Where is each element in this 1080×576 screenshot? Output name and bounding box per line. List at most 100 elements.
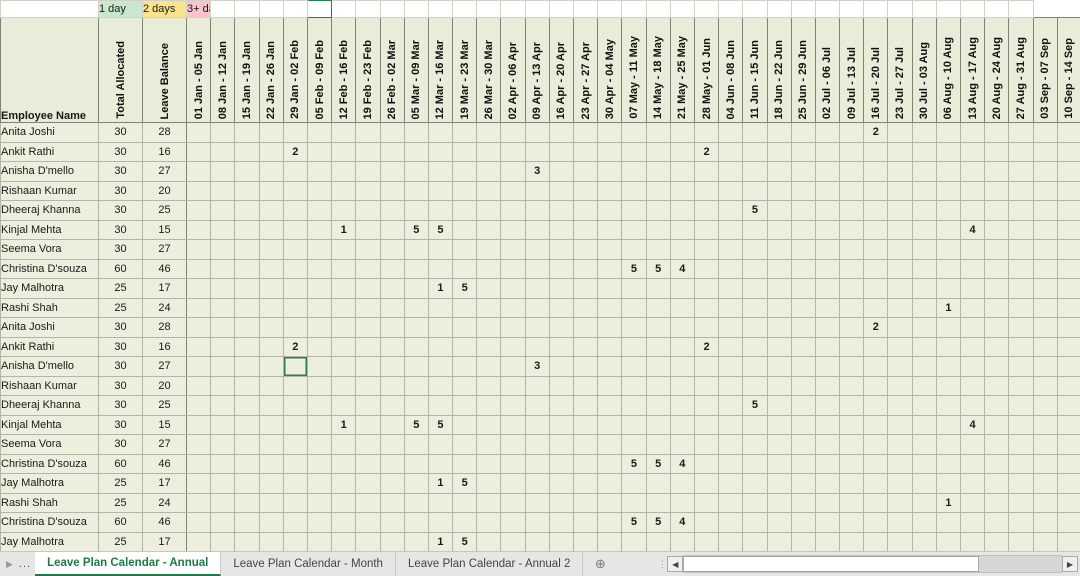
leave-cell-empty[interactable] <box>500 434 526 455</box>
leave-cell-empty[interactable] <box>452 180 478 201</box>
table-row[interactable]: Rashi Shah2524 1 <box>0 297 1080 318</box>
leave-cell-empty[interactable] <box>355 180 381 201</box>
leave-cell-empty[interactable] <box>742 161 768 182</box>
leave-cell-empty[interactable] <box>645 492 671 513</box>
table-row[interactable]: Kinjal Mehta 30 15 1 5 5 4 <box>0 219 1080 240</box>
leave-cell-empty[interactable] <box>766 512 792 533</box>
leave-cell-empty[interactable] <box>282 180 308 201</box>
leave-balance-cell[interactable]: 17 <box>142 278 187 299</box>
leave-cell-empty[interactable] <box>548 239 575 260</box>
leave-cell-empty[interactable] <box>282 258 308 279</box>
employee-name-cell[interactable]: Christina D'souza <box>0 512 99 533</box>
leave-cell-empty[interactable] <box>693 317 720 338</box>
leave-cell-empty[interactable] <box>306 473 333 494</box>
leave-cell-empty[interactable] <box>403 258 429 279</box>
leave-cell-empty[interactable] <box>524 414 550 435</box>
leave-cell-empty[interactable] <box>984 122 1010 143</box>
leave-cell-empty[interactable] <box>572 473 599 494</box>
leave-cell-empty[interactable] <box>645 317 671 338</box>
leave-cell-empty[interactable] <box>1032 336 1058 357</box>
leave-cell-empty[interactable] <box>476 258 502 279</box>
legend-blank-cell[interactable] <box>500 0 526 18</box>
leave-cell-filled[interactable]: 2 <box>282 336 308 357</box>
leave-cell-empty[interactable] <box>572 531 599 552</box>
leave-cell-empty[interactable] <box>258 356 284 377</box>
leave-cell-empty[interactable] <box>863 395 889 416</box>
leave-cell-empty[interactable] <box>911 414 937 435</box>
leave-cell-empty[interactable] <box>572 317 599 338</box>
leave-cell-empty[interactable] <box>718 239 744 260</box>
leave-cell-empty[interactable] <box>548 395 575 416</box>
leave-cell-empty[interactable] <box>548 356 575 377</box>
leave-cell-empty[interactable] <box>572 512 599 533</box>
leave-cell-empty[interactable] <box>790 531 816 552</box>
leave-cell-empty[interactable] <box>959 434 986 455</box>
leave-cell-empty[interactable] <box>379 375 405 396</box>
leave-cell-empty[interactable] <box>621 141 647 162</box>
leave-cell-empty[interactable] <box>500 317 526 338</box>
leave-cell-empty[interactable] <box>306 356 333 377</box>
leave-cell-empty[interactable] <box>669 375 695 396</box>
leave-cell-empty[interactable] <box>839 297 865 318</box>
legend-blank-cell[interactable] <box>331 0 357 18</box>
leave-cell-empty[interactable] <box>669 239 695 260</box>
leave-cell-empty[interactable] <box>839 356 865 377</box>
leave-cell-empty[interactable] <box>1008 122 1034 143</box>
leave-cell-empty[interactable] <box>935 122 962 143</box>
leave-cell-empty[interactable] <box>210 395 236 416</box>
legend-blank-cell[interactable] <box>790 0 816 18</box>
leave-cell-empty[interactable] <box>524 434 550 455</box>
leave-cell-empty[interactable] <box>597 258 623 279</box>
table-row[interactable]: Anisha D'mello 30 27 3 <box>0 356 1080 377</box>
leave-cell-empty[interactable] <box>863 453 889 474</box>
leave-cell-empty[interactable] <box>863 278 889 299</box>
leave-cell-empty[interactable] <box>1008 317 1034 338</box>
leave-cell-empty[interactable] <box>693 512 720 533</box>
leave-cell-empty[interactable] <box>210 200 236 221</box>
leave-cell-empty[interactable] <box>839 375 865 396</box>
leave-cell-empty[interactable] <box>258 180 284 201</box>
leave-cell-empty[interactable] <box>427 336 454 357</box>
leave-cell-empty[interactable] <box>476 278 502 299</box>
leave-cell-empty[interactable] <box>911 531 937 552</box>
leave-cell-empty[interactable] <box>621 180 647 201</box>
leave-cell-empty[interactable] <box>645 180 671 201</box>
leave-cell-empty[interactable] <box>548 492 575 513</box>
leave-cell-empty[interactable] <box>572 200 599 221</box>
leave-cell-empty[interactable] <box>452 492 478 513</box>
leave-cell-empty[interactable] <box>984 395 1010 416</box>
leave-cell-empty[interactable] <box>693 239 720 260</box>
leave-cell-empty[interactable] <box>234 375 260 396</box>
leave-cell-empty[interactable] <box>185 141 212 162</box>
leave-cell-empty[interactable] <box>984 453 1010 474</box>
leave-cell-empty[interactable] <box>935 453 962 474</box>
leave-cell-empty[interactable] <box>693 219 720 240</box>
leave-cell-empty[interactable] <box>1056 239 1080 260</box>
leave-cell-empty[interactable] <box>452 219 478 240</box>
leave-cell-empty[interactable] <box>984 239 1010 260</box>
leave-cell-empty[interactable] <box>1032 278 1058 299</box>
leave-cell-empty[interactable] <box>693 434 720 455</box>
leave-cell-empty[interactable] <box>742 414 768 435</box>
leave-cell-empty[interactable] <box>766 180 792 201</box>
leave-cell-empty[interactable] <box>814 395 841 416</box>
leave-cell-empty[interactable] <box>887 531 913 552</box>
leave-cell-empty[interactable] <box>766 258 792 279</box>
leave-cell-empty[interactable] <box>185 278 212 299</box>
leave-cell-empty[interactable] <box>645 239 671 260</box>
leave-cell-empty[interactable] <box>645 141 671 162</box>
leave-cell-empty[interactable] <box>258 531 284 552</box>
leave-cell-empty[interactable] <box>331 356 357 377</box>
leave-cell-empty[interactable] <box>1008 180 1034 201</box>
scroll-left-button[interactable]: ◀ <box>667 556 684 572</box>
leave-cell-filled[interactable]: 1 <box>935 297 962 318</box>
leave-cell-empty[interactable] <box>548 512 575 533</box>
leave-cell-empty[interactable] <box>790 161 816 182</box>
leave-cell-empty[interactable] <box>210 453 236 474</box>
leave-cell-empty[interactable] <box>379 414 405 435</box>
leave-cell-filled[interactable]: 5 <box>621 258 647 279</box>
leave-cell-empty[interactable] <box>1032 395 1058 416</box>
leave-cell-empty[interactable] <box>427 512 454 533</box>
leave-cell-empty[interactable] <box>959 200 986 221</box>
leave-cell-empty[interactable] <box>185 219 212 240</box>
